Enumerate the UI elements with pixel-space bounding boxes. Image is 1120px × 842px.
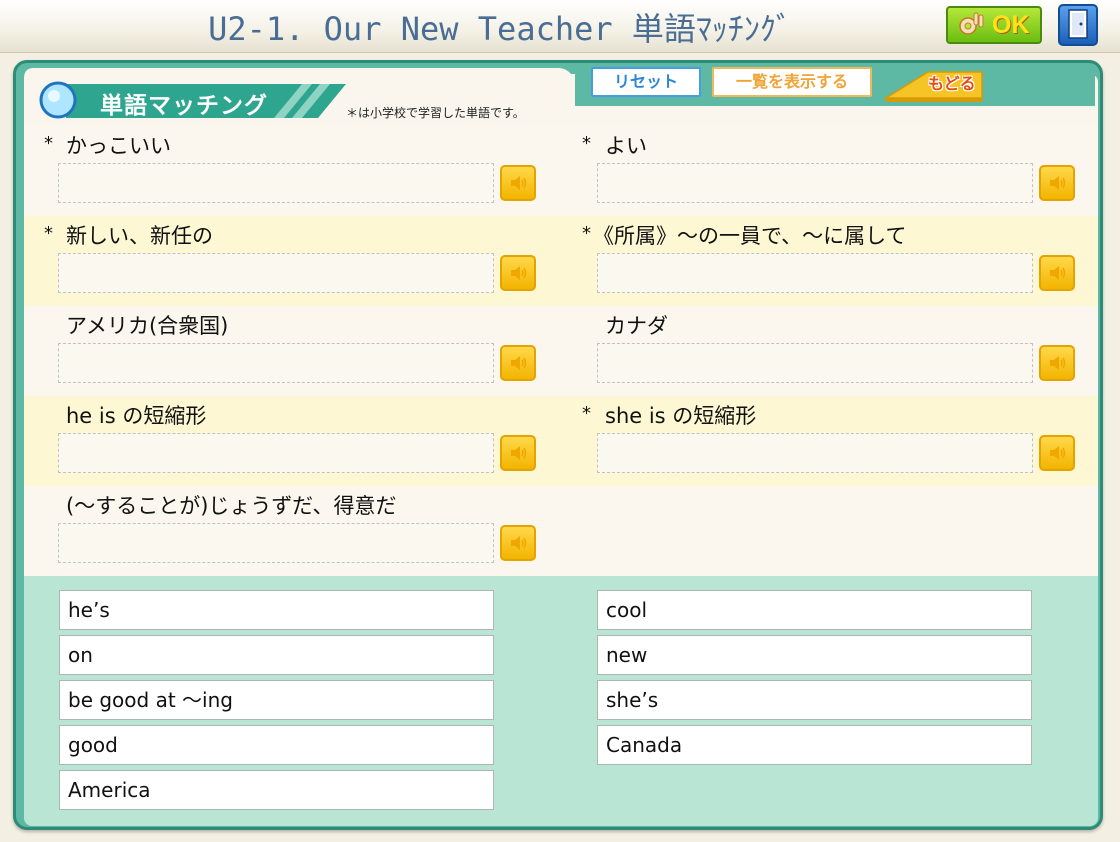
page-title: U2-1. Our New Teacher 単語ﾏｯﾁﾝｸﾞ: [208, 10, 792, 48]
answer-drop-zone[interactable]: [58, 253, 494, 293]
speaker-button[interactable]: [1039, 345, 1075, 381]
speaker-button[interactable]: [1039, 255, 1075, 291]
speaker-icon: [511, 356, 527, 370]
ok-hand-icon: [959, 12, 984, 35]
elementary-marker: *: [44, 223, 53, 244]
question-label: よい: [605, 134, 647, 158]
speaker-icon: [511, 446, 527, 460]
word-card[interactable]: on: [59, 635, 494, 675]
section-title: 単語マッチング: [100, 93, 268, 119]
speaker-button[interactable]: [500, 435, 536, 471]
question-label: カナダ: [605, 314, 668, 338]
speaker-button[interactable]: [500, 345, 536, 381]
word-card[interactable]: be good at ～ing: [59, 680, 494, 720]
speaker-icon: [1050, 266, 1066, 280]
answer-drop-zone[interactable]: [58, 163, 494, 203]
word-card[interactable]: new: [597, 635, 1032, 675]
ok-button[interactable]: OK: [946, 6, 1042, 44]
door-icon: [1068, 9, 1088, 39]
word-card[interactable]: he’s: [59, 590, 494, 630]
title-bar: U2-1. Our New Teacher 単語ﾏｯﾁﾝｸﾞ OK: [0, 0, 1120, 53]
elementary-note: ＊は小学校で学習した単語です。: [346, 106, 525, 120]
speaker-button[interactable]: [1039, 165, 1075, 201]
question-label: 新しい、新任の: [66, 224, 213, 248]
word-card[interactable]: cool: [597, 590, 1032, 630]
answer-drop-zone[interactable]: [58, 433, 494, 473]
question-label: アメリカ(合衆国): [66, 314, 229, 338]
answer-drop-zone[interactable]: [58, 343, 494, 383]
answer-drop-zone[interactable]: [597, 163, 1033, 203]
ok-label: OK: [992, 11, 1030, 39]
speaker-button[interactable]: [1039, 435, 1075, 471]
exit-button[interactable]: [1058, 4, 1098, 46]
speaker-button[interactable]: [500, 255, 536, 291]
elementary-marker: *: [582, 133, 591, 154]
back-button-label[interactable]: もどる: [928, 70, 976, 94]
answer-drop-zone[interactable]: [597, 343, 1033, 383]
speaker-button[interactable]: [500, 525, 536, 561]
question-label: he is の短縮形: [66, 404, 207, 428]
question-label: she is の短縮形: [605, 404, 757, 428]
elementary-marker: *: [582, 403, 591, 424]
word-card[interactable]: she’s: [597, 680, 1032, 720]
elementary-marker: *: [44, 133, 53, 154]
elementary-marker: *: [582, 223, 591, 244]
speaker-icon: [511, 266, 527, 280]
question-label: (～することが)じょうずだ、得意だ: [66, 494, 397, 518]
speaker-icon: [1050, 446, 1066, 460]
speaker-icon: [1050, 176, 1066, 190]
speaker-icon: [511, 536, 527, 550]
answer-drop-zone[interactable]: [597, 253, 1033, 293]
speaker-icon: [1050, 356, 1066, 370]
show-list-button[interactable]: 一覧を表示する: [712, 67, 872, 97]
answer-drop-zone[interactable]: [597, 433, 1033, 473]
question-label: かっこいい: [66, 134, 171, 158]
word-card[interactable]: America: [59, 770, 494, 810]
question-label: 《所属》～の一員で、～に属して: [593, 224, 907, 248]
speaker-button[interactable]: [500, 165, 536, 201]
word-card[interactable]: Canada: [597, 725, 1032, 765]
answer-drop-zone[interactable]: [58, 523, 494, 563]
speaker-icon: [511, 176, 527, 190]
reset-button[interactable]: リセット: [591, 67, 701, 97]
word-card[interactable]: good: [59, 725, 494, 765]
